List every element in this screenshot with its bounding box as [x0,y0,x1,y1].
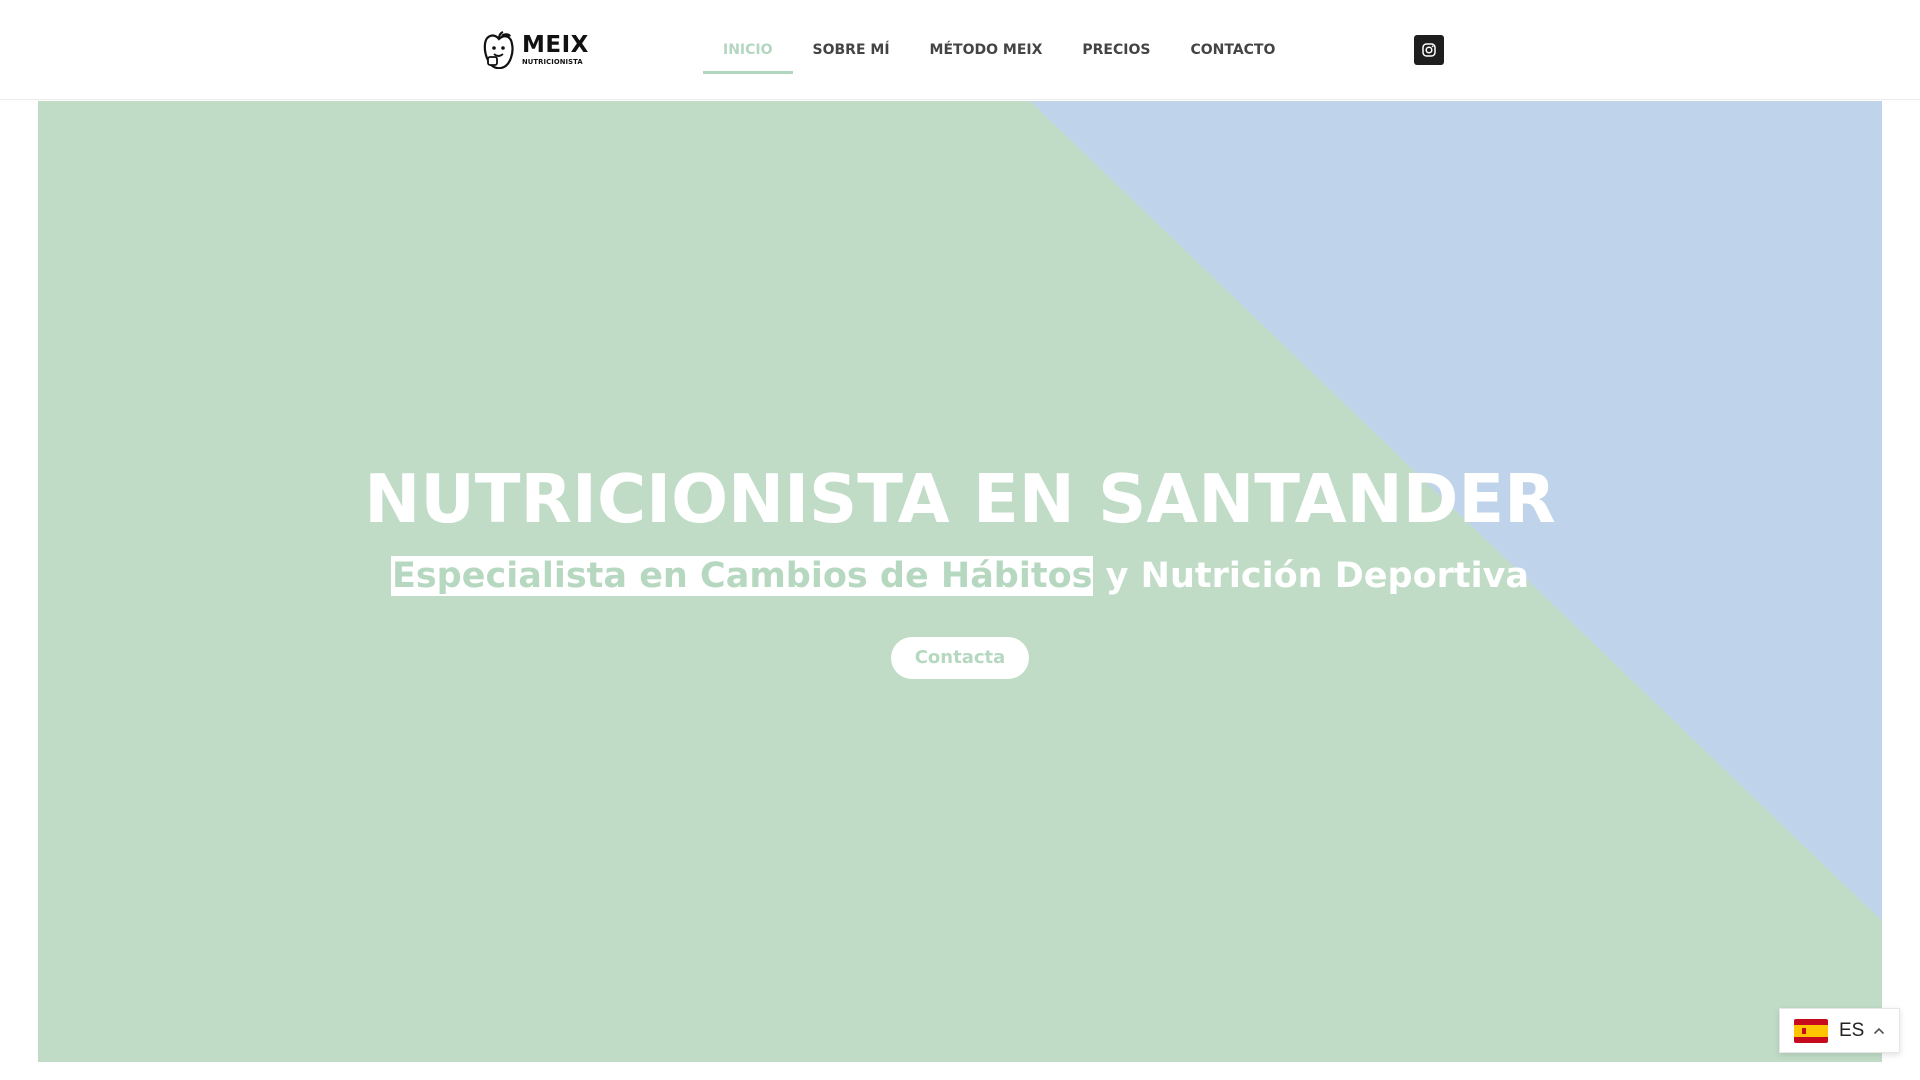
language-code: ES [1839,1019,1865,1041]
apple-mascot-icon [483,31,514,69]
logo-tagline: NUTRICIONISTA [522,58,583,67]
spain-flag-icon [1794,1018,1828,1043]
main-nav: INICIO SOBRE MÍ MÉTODO MEIX PRECIOS CONT… [703,26,1295,74]
nav-item-metodo-meix[interactable]: MÉTODO MEIX [910,26,1063,74]
hero-subtitle-rest: y Nutrición Deportiva [1093,556,1530,596]
hero-content: NUTRICIONISTA EN SANTANDER Especialista … [38,466,1882,679]
nav-item-sobre-mi[interactable]: SOBRE MÍ [793,26,910,74]
hero-section: NUTRICIONISTA EN SANTANDER Especialista … [38,101,1882,1062]
hero-subtitle: Especialista en Cambios de Hábitos y Nut… [38,555,1882,599]
contacta-button[interactable]: Contacta [890,636,1030,679]
instagram-icon [1422,43,1436,57]
hero-title: NUTRICIONISTA EN SANTANDER [364,460,1556,538]
logo-name: MEIX [522,32,589,59]
language-switcher[interactable]: ES [1779,1008,1900,1053]
chevron-up-icon [1874,1027,1885,1034]
site-logo[interactable]: MEIX NUTRICIONISTA [482,30,589,70]
nav-item-contacto[interactable]: CONTACTO [1170,26,1295,74]
instagram-button[interactable] [1414,35,1444,65]
nav-item-precios[interactable]: PRECIOS [1062,26,1170,74]
hero-subtitle-highlight: Especialista en Cambios de Hábitos [390,556,1094,596]
nav-item-inicio[interactable]: INICIO [703,26,793,74]
site-header: MEIX NUTRICIONISTA INICIO SOBRE MÍ MÉTOD… [0,0,1920,100]
logo-text: MEIX NUTRICIONISTA [522,34,589,66]
page: MEIX NUTRICIONISTA INICIO SOBRE MÍ MÉTOD… [0,0,1920,1080]
